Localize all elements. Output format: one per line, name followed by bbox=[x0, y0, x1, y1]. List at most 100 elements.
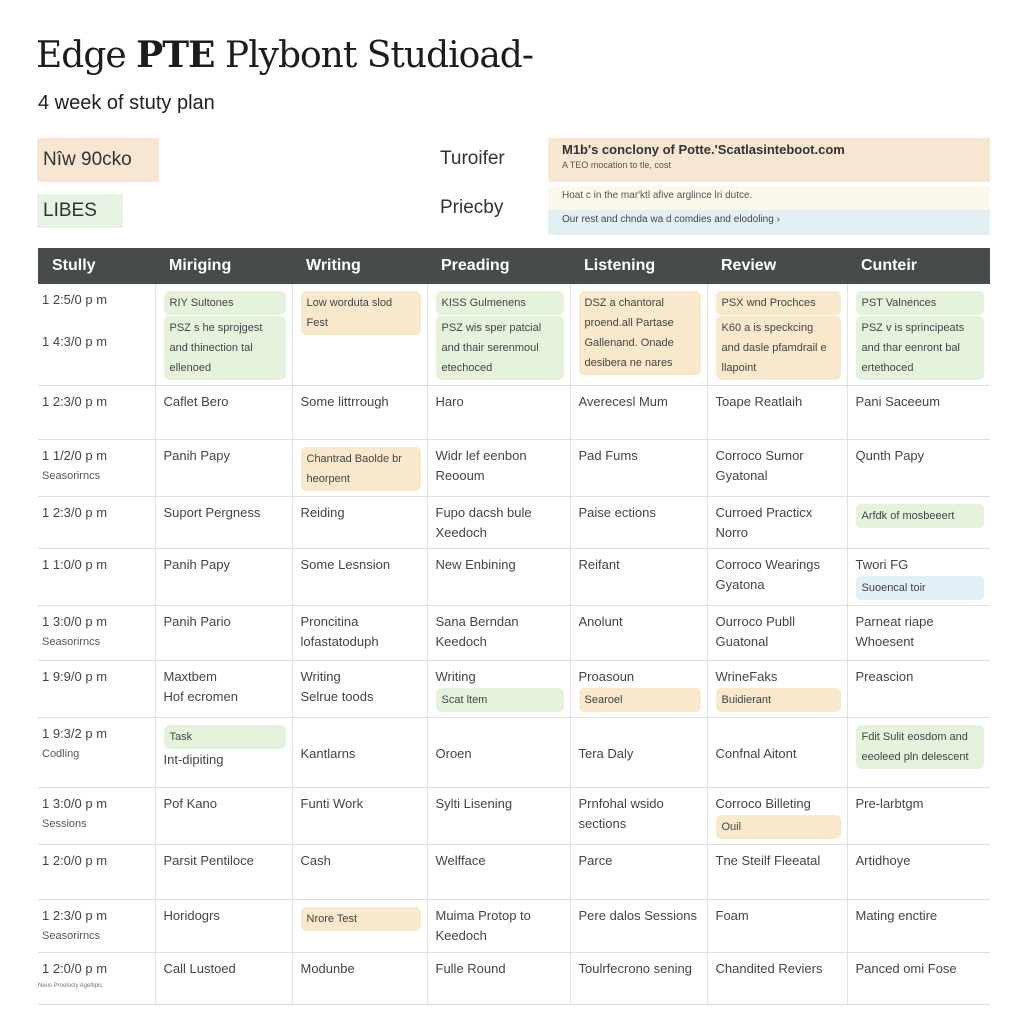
schedule-cell[interactable]: Parce bbox=[570, 844, 708, 900]
schedule-cell[interactable]: KISS Gulmenens PSZ wis sper patcial and t… bbox=[427, 284, 571, 386]
schedule-cell[interactable]: Chandited Reviers bbox=[707, 952, 848, 1005]
column-header[interactable]: Listening bbox=[570, 248, 707, 284]
schedule-cell[interactable]: Fupo dacsh bule Xeedoch bbox=[427, 496, 571, 549]
schedule-cell[interactable]: Corroco Sumor Gyatonal bbox=[707, 439, 848, 497]
schedule-cell[interactable]: Welfface bbox=[427, 844, 571, 900]
tag-badge[interactable]: Nîw 90cko bbox=[37, 138, 159, 182]
task-chip[interactable]: Buidierant bbox=[715, 688, 841, 712]
schedule-cell[interactable]: Sana Berndan Keedoch bbox=[427, 605, 571, 661]
schedule-cell[interactable]: Qunth Papy bbox=[847, 439, 990, 497]
schedule-cell[interactable]: Pof Kano bbox=[155, 787, 293, 845]
schedule-cell[interactable]: Tera Daly bbox=[570, 717, 708, 788]
schedule-cell[interactable]: Oroen bbox=[427, 717, 571, 788]
tag-badge[interactable]: LIBES bbox=[37, 194, 123, 228]
schedule-cell[interactable]: Reiding bbox=[292, 496, 428, 549]
schedule-cell[interactable]: Foam bbox=[707, 899, 848, 953]
schedule-cell[interactable]: Parsit Pentiloce bbox=[155, 844, 293, 900]
schedule-cell[interactable]: Tne Steilf Fleeatal bbox=[707, 844, 848, 900]
schedule-cell[interactable]: Kantlarns bbox=[292, 717, 428, 788]
schedule-cell[interactable]: Haro bbox=[427, 385, 571, 440]
schedule-cell[interactable]: Proncitina lofastatoduph bbox=[292, 605, 428, 661]
column-header[interactable]: Review bbox=[707, 248, 847, 284]
task-chip[interactable]: Searoel bbox=[578, 688, 701, 712]
schedule-cell[interactable]: Some Lesnsion bbox=[292, 548, 428, 606]
schedule-cell[interactable]: Muima Protop to Keedoch bbox=[427, 899, 571, 953]
schedule-cell[interactable]: Toulrfecrono sening bbox=[570, 952, 708, 1005]
schedule-cell[interactable]: Fdit Sulit eosdom and eeoleed pln delesc… bbox=[847, 717, 990, 788]
schedule-cell[interactable]: Toape Reatlaih bbox=[707, 385, 848, 440]
schedule-cell[interactable]: Fulle Round bbox=[427, 952, 571, 1005]
schedule-cell[interactable]: Panih Papy bbox=[155, 439, 293, 497]
schedule-cell[interactable]: Horidogrs bbox=[155, 899, 293, 953]
schedule-cell[interactable]: Caflet Bero bbox=[155, 385, 293, 440]
task-chip[interactable]: Arfdk of mosbeeert bbox=[855, 504, 984, 528]
schedule-cell[interactable]: Pre-larbtgm bbox=[847, 787, 990, 845]
task-chip[interactable]: Fdit Sulit eosdom and eeoleed pln delesc… bbox=[855, 725, 984, 769]
schedule-cell[interactable]: RIY Sultones PSZ s he sprojgest and thine… bbox=[155, 284, 293, 386]
schedule-cell[interactable]: Pani Saceeum bbox=[847, 385, 990, 440]
schedule-cell[interactable]: Chantrad Baolde br heorpent bbox=[292, 439, 428, 497]
schedule-cell[interactable]: Call Lustoed bbox=[155, 952, 293, 1005]
schedule-cell[interactable]: Mating enctire bbox=[847, 899, 990, 953]
schedule-cell[interactable]: Arfdk of mosbeeert bbox=[847, 496, 990, 549]
column-header[interactable]: Preading bbox=[427, 248, 570, 284]
column-header[interactable]: Cunteir bbox=[847, 248, 990, 284]
schedule-cell[interactable]: Proasoun Searoel bbox=[570, 660, 708, 718]
task-chip[interactable]: PSX wnd Prochces bbox=[715, 291, 841, 315]
schedule-cell[interactable]: Modunbe bbox=[292, 952, 428, 1005]
schedule-cell[interactable]: Some littrrough bbox=[292, 385, 428, 440]
schedule-cell[interactable]: WrineFaks Buidierant bbox=[707, 660, 848, 718]
schedule-cell[interactable]: DSZ a chantoral proend.all Partase Galle… bbox=[570, 284, 708, 386]
schedule-cell[interactable]: PSX wnd Prochces K60 a is speckcing and d… bbox=[707, 284, 848, 386]
schedule-cell[interactable]: New Enbining bbox=[427, 548, 571, 606]
schedule-cell[interactable]: Pad Fums bbox=[570, 439, 708, 497]
schedule-cell[interactable]: Prnfohal wsido sections bbox=[570, 787, 708, 845]
task-chip[interactable]: PSZ s he sprojgest and thinection tal el… bbox=[163, 316, 286, 380]
schedule-cell[interactable]: Widr lef eenbon Reooum bbox=[427, 439, 571, 497]
column-header[interactable]: Stully bbox=[38, 248, 155, 284]
schedule-cell[interactable]: Curroed Practicx Norro bbox=[707, 496, 848, 549]
task-chip[interactable]: Task bbox=[163, 725, 286, 749]
schedule-cell[interactable]: PST Valnences PSZ v is sprincipeats and t… bbox=[847, 284, 990, 386]
task-chip[interactable]: Nrore Test bbox=[300, 907, 421, 931]
schedule-cell[interactable]: Task Int-dipiting bbox=[155, 717, 293, 788]
schedule-cell[interactable]: Preascion bbox=[847, 660, 990, 718]
task-chip[interactable]: K60 a is speckcing and dasle pfamdrail e… bbox=[715, 316, 841, 380]
column-header[interactable]: Miriging bbox=[155, 248, 292, 284]
schedule-cell[interactable]: Reifant bbox=[570, 548, 708, 606]
schedule-cell[interactable]: Cash bbox=[292, 844, 428, 900]
schedule-cell[interactable]: Writing Scat ltem bbox=[427, 660, 571, 718]
schedule-cell[interactable]: Artidhoye bbox=[847, 844, 990, 900]
schedule-cell[interactable]: Twori FG Suoencal toir bbox=[847, 548, 990, 606]
task-chip[interactable]: Scat ltem bbox=[435, 688, 564, 712]
task-chip[interactable]: PSZ wis sper patcial and thair serenmoul… bbox=[435, 316, 564, 380]
task-chip[interactable]: Ouil bbox=[715, 815, 841, 839]
schedule-cell[interactable]: Pere dalos Sessions bbox=[570, 899, 708, 953]
schedule-cell[interactable]: Maxtbem Hof ecromen bbox=[155, 660, 293, 718]
schedule-cell[interactable]: Panih Pario bbox=[155, 605, 293, 661]
schedule-cell[interactable]: Funti Work bbox=[292, 787, 428, 845]
schedule-cell[interactable]: Panih Papy bbox=[155, 548, 293, 606]
task-chip[interactable]: Chantrad Baolde br heorpent bbox=[300, 447, 421, 491]
schedule-cell[interactable]: Ourroco Publl Guatonal bbox=[707, 605, 848, 661]
schedule-cell[interactable]: Low worduta slod Fest bbox=[292, 284, 428, 386]
task-chip[interactable]: Suoencal toir bbox=[855, 576, 984, 600]
task-chip[interactable]: DSZ a chantoral proend.all Partase Galle… bbox=[578, 291, 701, 375]
schedule-cell[interactable]: Panced omi Fose bbox=[847, 952, 990, 1005]
schedule-cell[interactable]: Sylti Lisening bbox=[427, 787, 571, 845]
schedule-cell[interactable]: Confnal Aitont bbox=[707, 717, 848, 788]
task-chip[interactable]: PSZ v is sprincipeats and thar eenront b… bbox=[855, 316, 984, 380]
column-header[interactable]: Writing bbox=[292, 248, 427, 284]
task-chip[interactable]: RIY Sultones bbox=[163, 291, 286, 315]
schedule-cell[interactable]: Parneat riape Whoesent bbox=[847, 605, 990, 661]
schedule-cell[interactable]: Paise ections bbox=[570, 496, 708, 549]
schedule-cell[interactable]: Averecesl Mum bbox=[570, 385, 708, 440]
schedule-cell[interactable]: Writing Selrue toods bbox=[292, 660, 428, 718]
task-chip[interactable]: PST Valnences bbox=[855, 291, 984, 315]
schedule-cell[interactable]: Nrore Test bbox=[292, 899, 428, 953]
task-chip[interactable]: Low worduta slod Fest bbox=[300, 291, 421, 335]
schedule-cell[interactable]: Suport Pergness bbox=[155, 496, 293, 549]
schedule-cell[interactable]: Anolunt bbox=[570, 605, 708, 661]
info-link[interactable]: Our rest and chnda wa d comdies and elod… bbox=[548, 210, 990, 235]
schedule-cell[interactable]: Corroco Billeting Ouil bbox=[707, 787, 848, 845]
